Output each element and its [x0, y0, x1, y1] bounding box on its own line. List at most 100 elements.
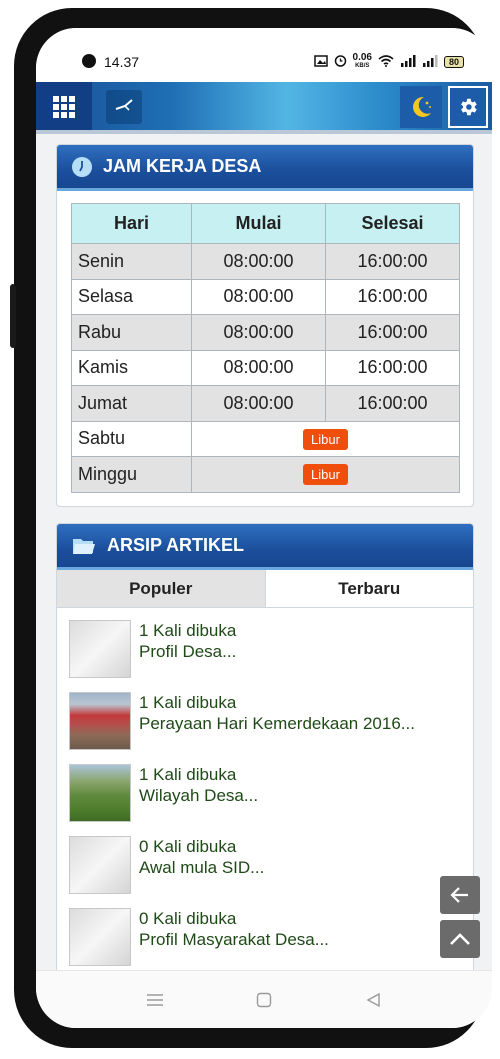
article-text: 0 Kali dibuka Profil Masyarakat Desa... [139, 908, 329, 968]
table-row: Senin 08:00:00 16:00:00 [71, 243, 460, 280]
article-thumbnail [69, 908, 131, 966]
status-bar: 14.37 0.06 KB/S 80 [36, 28, 492, 82]
schedule-card: JAM KERJA DESA Hari Mulai Selesai Senin … [56, 144, 474, 507]
back-button[interactable] [440, 876, 480, 914]
article-title[interactable]: Profil Masyarakat Desa... [139, 929, 329, 950]
recent-apps-button[interactable] [144, 989, 166, 1011]
article-text: 0 Kali dibuka Awal mula SID... [139, 836, 264, 896]
article-thumbnail [69, 764, 131, 822]
column-header: Selesai [325, 203, 460, 244]
table-row: Minggu Libur [71, 456, 460, 493]
list-item[interactable]: 1 Kali dibuka Profil Desa... [57, 608, 473, 680]
article-title[interactable]: Perayaan Hari Kemerdekaan 2016... [139, 713, 415, 734]
data-speed-value: 0.06 [352, 52, 372, 63]
day-cell: Senin [71, 243, 192, 280]
article-views: 1 Kali dibuka [139, 693, 237, 712]
schedule-card-header: JAM KERJA DESA [57, 145, 473, 191]
menu-icon [147, 994, 163, 1006]
article-views: 1 Kali dibuka [139, 621, 237, 640]
tab-terbaru[interactable]: Terbaru [265, 570, 473, 607]
alarm-icon [334, 54, 347, 70]
archive-title: ARSIP ARTIKEL [107, 535, 245, 555]
list-item[interactable]: 0 Kali dibuka Awal mula SID... [57, 824, 473, 896]
table-header-row: Hari Mulai Selesai [71, 203, 460, 244]
table-row: Sabtu Libur [71, 420, 460, 457]
back-nav-button[interactable] [362, 989, 384, 1011]
list-item[interactable]: 1 Kali dibuka Perayaan Hari Kemerdekaan … [57, 680, 473, 752]
folder-icon [71, 535, 97, 557]
chevron-up-icon [450, 933, 470, 945]
volume-button [10, 284, 16, 348]
menu-button[interactable] [36, 82, 92, 132]
article-views: 0 Kali dibuka [139, 837, 237, 856]
table-row: Jumat 08:00:00 16:00:00 [71, 385, 460, 422]
signal-icon-2 [422, 54, 438, 70]
gear-icon [461, 98, 477, 116]
clock-icon [115, 99, 133, 111]
day-cell: Minggu [71, 456, 192, 493]
scroll-top-button[interactable] [440, 920, 480, 958]
article-text: 1 Kali dibuka Wilayah Desa... [139, 764, 258, 824]
table-row: Kamis 08:00:00 16:00:00 [71, 349, 460, 386]
article-views: 1 Kali dibuka [139, 765, 237, 784]
schedule-title: JAM KERJA DESA [103, 156, 262, 176]
list-item[interactable]: 0 Kali dibuka Profil Masyarakat Desa... [57, 896, 473, 968]
article-thumbnail [69, 692, 131, 750]
column-header: Hari [71, 203, 192, 244]
holiday-cell: Libur [191, 420, 460, 457]
day-cell: Kamis [71, 349, 192, 386]
tab-populer[interactable]: Populer [57, 570, 266, 607]
battery-indicator: 80 [443, 56, 464, 68]
phone-frame: 14.37 0.06 KB/S 80 JAM KERJA DESA Hari M… [10, 8, 492, 1048]
clock-button[interactable] [106, 90, 142, 124]
home-button[interactable] [253, 989, 275, 1011]
wifi-icon [378, 54, 394, 70]
article-text: 1 Kali dibuka Perayaan Hari Kemerdekaan … [139, 692, 415, 752]
start-cell: 08:00:00 [191, 278, 326, 315]
archive-card: ARSIP ARTIKEL Populer Terbaru 1 Kali dib… [56, 523, 474, 983]
triangle-back-icon [366, 992, 380, 1008]
schedule-table: Hari Mulai Selesai Senin 08:00:00 16:00:… [71, 203, 460, 493]
gallery-icon [313, 54, 328, 70]
article-thumbnail [69, 836, 131, 894]
day-cell: Selasa [71, 278, 192, 315]
archive-card-header: ARSIP ARTIKEL [57, 524, 473, 570]
square-icon [256, 992, 272, 1008]
end-cell: 16:00:00 [325, 243, 460, 280]
archive-tabs: Populer Terbaru [57, 570, 473, 608]
holiday-cell: Libur [191, 456, 460, 493]
clock-icon [71, 156, 93, 178]
end-cell: 16:00:00 [325, 314, 460, 351]
start-cell: 08:00:00 [191, 349, 326, 386]
start-cell: 08:00:00 [191, 243, 326, 280]
status-time: 14.37 [104, 54, 140, 70]
day-cell: Sabtu [71, 420, 192, 457]
article-title[interactable]: Profil Desa... [139, 641, 236, 662]
data-speed-unit: KB/S [355, 63, 370, 69]
list-item[interactable]: 1 Kali dibuka Wilayah Desa... [57, 752, 473, 824]
system-nav-bar [36, 970, 492, 1028]
header-divider [36, 130, 492, 134]
status-icons: 0.06 KB/S 80 [313, 53, 464, 71]
holiday-badge: Libur [303, 464, 348, 486]
table-row: Selasa 08:00:00 16:00:00 [71, 278, 460, 315]
article-text: 1 Kali dibuka Profil Desa... [139, 620, 236, 680]
end-cell: 16:00:00 [325, 385, 460, 422]
article-title[interactable]: Wilayah Desa... [139, 785, 258, 806]
end-cell: 16:00:00 [325, 278, 460, 315]
app-header [36, 82, 492, 132]
holiday-badge: Libur [303, 428, 348, 450]
grid-icon [53, 96, 75, 118]
article-title[interactable]: Awal mula SID... [139, 857, 264, 878]
signal-icon [400, 54, 416, 70]
data-speed: 0.06 KB/S [353, 53, 372, 71]
article-thumbnail [69, 620, 131, 678]
day-cell: Jumat [71, 385, 192, 422]
settings-button[interactable] [448, 86, 488, 128]
article-views: 0 Kali dibuka [139, 909, 237, 928]
arrow-left-icon [450, 887, 468, 903]
end-cell: 16:00:00 [325, 349, 460, 386]
theme-toggle-button[interactable] [400, 86, 442, 128]
day-cell: Rabu [71, 314, 192, 351]
moon-icon [413, 96, 431, 117]
